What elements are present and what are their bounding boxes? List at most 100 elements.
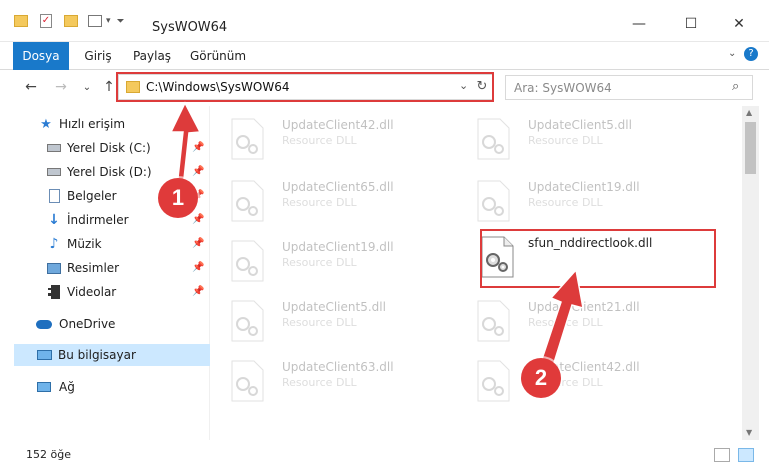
sidebar-item-this-pc[interactable]: Bu bilgisayar (14, 344, 222, 366)
pictures-icon (46, 260, 62, 276)
file-item[interactable]: UpdateClient42.dll Resource DLL (456, 352, 686, 404)
chevron-down-icon[interactable]: ▾ (106, 16, 111, 26)
sidebar-item-videos[interactable]: Videolar 📌 (0, 281, 210, 303)
drive-icon (46, 140, 62, 156)
drive-icon (46, 164, 62, 180)
file-name: UpdateClient5.dll (528, 118, 632, 132)
dll-file-icon (477, 118, 510, 160)
refresh-button[interactable]: ↻ (472, 77, 492, 97)
file-name: sfun_nddirectlook.dll (528, 236, 653, 250)
file-name: UpdateClient5.dll (282, 300, 386, 314)
back-button[interactable]: ← (20, 76, 42, 98)
new-folder-icon[interactable] (64, 15, 78, 27)
file-name: UpdateClient63.dll (282, 360, 394, 374)
documents-icon (46, 188, 62, 204)
vertical-scrollbar[interactable]: ▲ ▼ (742, 106, 759, 440)
sidebar-item-label: Yerel Disk (D:) (67, 165, 152, 179)
file-name: UpdateClient19.dll (528, 180, 640, 194)
tab-home[interactable]: Giriş (82, 42, 114, 70)
sidebar-item-label: Bu bilgisayar (58, 348, 136, 362)
scroll-up-icon[interactable]: ▲ (746, 108, 752, 117)
tab-share[interactable]: Paylaş (130, 42, 174, 70)
file-item[interactable]: UpdateClient65.dll Resource DLL (210, 172, 440, 224)
file-name: UpdateClient65.dll (282, 180, 394, 194)
pin-icon: 📌 (192, 214, 205, 225)
title-bar: ✓ ▾ ⏷ SysWOW64 — ☐ ✕ (0, 0, 769, 42)
pin-icon: 📌 (192, 142, 205, 153)
dll-file-icon (477, 180, 510, 222)
maximize-button[interactable]: ☐ (676, 14, 706, 34)
file-item[interactable]: UpdateClient5.dll Resource DLL (456, 110, 686, 162)
address-bar[interactable]: C:\Windows\SysWOW64 ⌄ (118, 74, 494, 100)
rename-icon[interactable] (88, 15, 102, 27)
details-view-button[interactable] (714, 448, 730, 462)
computer-icon (36, 347, 52, 363)
scroll-thumb[interactable] (745, 122, 756, 174)
sidebar-item-label: Yerel Disk (C:) (67, 141, 151, 155)
file-type: Resource DLL (282, 196, 357, 209)
ribbon: Dosya Giriş Paylaş Görünüm ⌄ ? (0, 42, 769, 94)
file-item-sfun-nddirectlook[interactable]: sfun_nddirectlook.dll (462, 230, 692, 282)
large-icons-view-button[interactable] (738, 448, 754, 462)
up-button[interactable]: ↑ (98, 76, 120, 98)
close-button[interactable]: ✕ (724, 14, 754, 34)
quick-access-toolbar: ✓ ▾ ⏷ (14, 14, 125, 28)
file-list: UpdateClient42.dll Resource DLL UpdateCl… (210, 106, 742, 440)
file-type: Resource DLL (282, 376, 357, 389)
file-item[interactable]: UpdateClient5.dll Resource DLL (210, 292, 440, 344)
customize-toolbar-icon[interactable]: ⏷ (117, 16, 125, 27)
forward-button[interactable]: → (50, 76, 72, 98)
sidebar-item-onedrive[interactable]: OneDrive (0, 313, 210, 335)
sidebar-item-label: Ağ (59, 380, 75, 394)
dll-file-icon (477, 360, 510, 402)
file-type: Resource DLL (282, 256, 357, 269)
file-type: Resource DLL (528, 196, 603, 209)
window-title: SysWOW64 (152, 20, 228, 35)
sidebar-item-label: İndirmeler (67, 213, 129, 227)
search-input[interactable]: Ara: SysWOW64 (514, 81, 612, 95)
dll-file-icon (231, 240, 264, 282)
help-icon[interactable]: ? (744, 47, 758, 61)
sidebar-item-quick-access[interactable]: ★ Hızlı erişim (0, 113, 210, 135)
annotation-badge-1: 1 (158, 178, 198, 218)
dll-file-icon (481, 236, 514, 278)
pin-icon: 📌 (192, 166, 205, 177)
tab-view[interactable]: Görünüm (190, 42, 246, 70)
dll-file-icon (231, 180, 264, 222)
minimize-button[interactable]: — (624, 14, 654, 34)
navigation-pane: ★ Hızlı erişim Yerel Disk (C:) 📌 Yerel D… (0, 106, 222, 440)
file-name: UpdateClient19.dll (282, 240, 394, 254)
dll-file-icon (477, 300, 510, 342)
dll-file-icon (231, 360, 264, 402)
file-item[interactable]: UpdateClient19.dll Resource DLL (456, 172, 686, 224)
recent-locations-button[interactable]: ⌄ (76, 76, 98, 98)
file-type: Resource DLL (528, 316, 603, 329)
item-count: 152 öğe (26, 448, 71, 461)
file-name: UpdateClient21.dll (528, 300, 640, 314)
pin-icon: 📌 (192, 286, 205, 297)
file-item[interactable]: UpdateClient21.dll Resource DLL (456, 292, 686, 344)
chevron-down-icon[interactable]: ⌄ (459, 79, 468, 92)
dll-file-icon (231, 118, 264, 160)
search-box[interactable]: Ara: SysWOW64 ⌕ (505, 75, 753, 100)
cloud-icon (36, 316, 52, 332)
file-item[interactable]: UpdateClient42.dll Resource DLL (210, 110, 440, 162)
status-bar: 152 öğe (0, 440, 769, 476)
sidebar-item-label: Resimler (67, 261, 120, 275)
sidebar-item-music[interactable]: ♪ Müzik 📌 (0, 233, 210, 255)
pin-icon: 📌 (192, 238, 205, 249)
search-icon[interactable]: ⌕ (732, 79, 739, 94)
scroll-down-icon[interactable]: ▼ (746, 428, 752, 437)
star-icon: ★ (40, 116, 52, 132)
sidebar-item-disk-c[interactable]: Yerel Disk (C:) 📌 (0, 137, 210, 159)
properties-icon[interactable]: ✓ (40, 14, 52, 28)
address-path: C:\Windows\SysWOW64 (146, 80, 290, 94)
sidebar-item-label: Belgeler (67, 189, 117, 203)
chevron-down-icon[interactable]: ⌄ (728, 48, 736, 59)
file-item[interactable]: UpdateClient19.dll Resource DLL (210, 232, 440, 284)
file-name: UpdateClient42.dll (282, 118, 394, 132)
sidebar-item-label: OneDrive (59, 317, 116, 331)
sidebar-item-pictures[interactable]: Resimler 📌 (0, 257, 210, 279)
file-item[interactable]: UpdateClient63.dll Resource DLL (210, 352, 440, 404)
sidebar-item-network[interactable]: Ağ (0, 376, 210, 398)
